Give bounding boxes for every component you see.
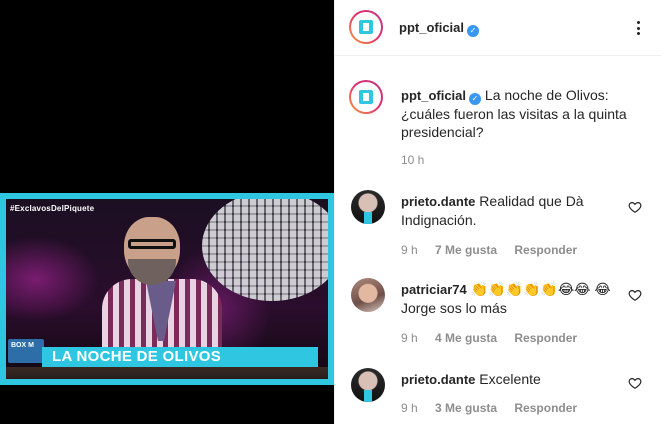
comment-likes[interactable]: 7 Me gusta <box>435 243 497 257</box>
box-logo: BOX M <box>8 339 44 363</box>
caption-time[interactable]: 10 h <box>401 153 424 167</box>
like-heart-icon[interactable] <box>628 288 642 302</box>
like-heart-icon[interactable] <box>628 200 642 214</box>
comment-body: prieto.dante Excelente <box>401 370 621 389</box>
verified-badge-icon: ✓ <box>467 25 480 37</box>
video-frame[interactable]: #ExclavosDelPiquete BOX M LA NOCHE DE OL… <box>0 193 334 385</box>
header-username[interactable]: ppt_oficial <box>399 20 464 35</box>
glasses <box>128 239 176 249</box>
post-details-panel: ppt_oficial ✓ ppt_oficial ✓ La noche de Ol… <box>334 0 661 424</box>
comment-meta: 9 h 7 Me gusta Responder <box>401 243 591 257</box>
comment-body: prieto.dante Realidad que Dà Indignación… <box>401 192 621 229</box>
comment-avatar[interactable] <box>351 278 385 312</box>
comment-likes[interactable]: 3 Me gusta <box>435 401 497 415</box>
comment-username[interactable]: prieto.dante <box>401 194 475 209</box>
comment-time[interactable]: 9 h <box>401 331 418 345</box>
ppt-logo-icon <box>353 14 379 40</box>
caption-text-block: ppt_oficial ✓ La noche de Olivos: ¿cuáles… <box>401 86 641 141</box>
more-options-icon[interactable] <box>628 18 648 38</box>
reply-button[interactable]: Responder <box>514 243 577 257</box>
lower-third-title: LA NOCHE DE OLIVOS <box>42 347 318 367</box>
comment-avatar[interactable] <box>351 190 385 224</box>
comment-meta: 9 h 3 Me gusta Responder <box>401 401 591 415</box>
reply-button[interactable]: Responder <box>514 331 577 345</box>
hashtag-overlay: #ExclavosDelPiquete <box>10 204 95 213</box>
comment-username[interactable]: prieto.dante <box>401 372 475 387</box>
comment-body: patriciar74 👏👏👏👏👏😂😂 😂 Jorge sos lo más <box>401 280 621 317</box>
reply-button[interactable]: Responder <box>514 401 577 415</box>
comment-meta: 9 h 4 Me gusta Responder <box>401 331 591 345</box>
comment-avatar[interactable] <box>351 368 385 402</box>
like-heart-icon[interactable] <box>628 376 642 390</box>
comment-username[interactable]: patriciar74 <box>401 282 467 297</box>
comment-likes[interactable]: 4 Me gusta <box>435 331 497 345</box>
ppt-logo-icon <box>353 84 379 110</box>
comment-text: Excelente <box>479 371 541 387</box>
comment-time[interactable]: 9 h <box>401 401 418 415</box>
caption-avatar[interactable] <box>349 80 383 114</box>
desk <box>6 367 328 379</box>
header-avatar[interactable] <box>349 10 383 44</box>
caption-username[interactable]: ppt_oficial <box>401 88 466 103</box>
comment-time[interactable]: 9 h <box>401 243 418 257</box>
verified-badge-icon: ✓ <box>469 93 482 105</box>
post-header: ppt_oficial ✓ <box>335 0 661 56</box>
post-media[interactable]: #ExclavosDelPiquete BOX M LA NOCHE DE OL… <box>0 0 334 424</box>
